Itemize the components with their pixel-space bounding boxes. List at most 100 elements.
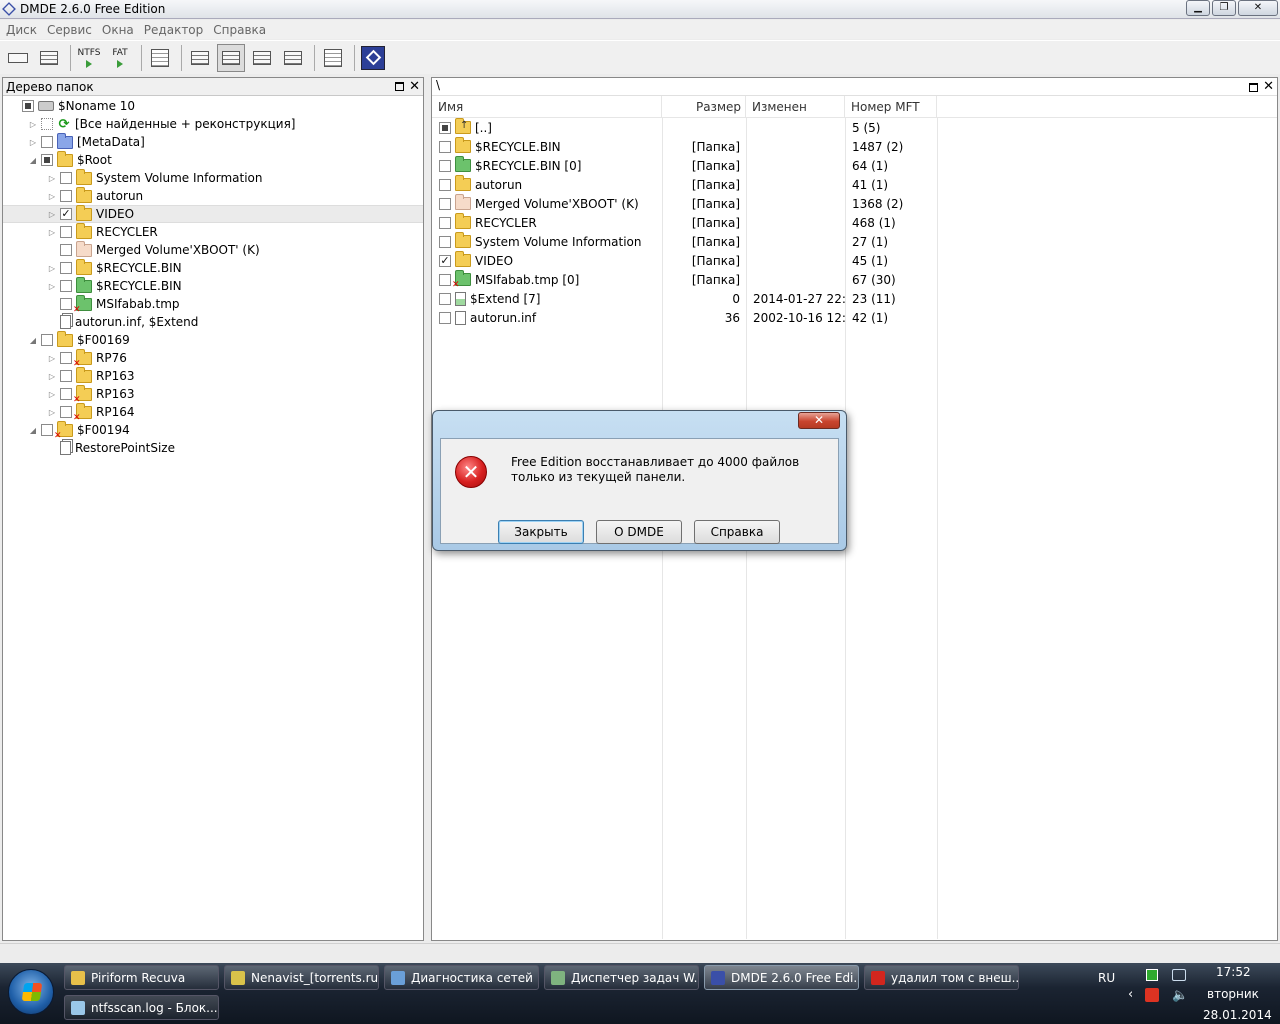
checkbox[interactable] <box>439 197 451 210</box>
task-nenavist[interactable]: Nenavist_[torrents.ru] <box>224 965 379 990</box>
tree-item[interactable]: MSIfabab.tmp <box>3 294 423 315</box>
tree-item[interactable]: autorun.inf, $Extend <box>3 313 423 331</box>
table-row[interactable]: RECYCLER [Папка] 468 (1) <box>432 213 1277 232</box>
checkbox[interactable] <box>60 298 72 310</box>
expand-toggle-icon[interactable]: ▷ <box>47 407 57 417</box>
close-panel-icon[interactable]: ✕ <box>409 80 420 93</box>
table-row[interactable]: System Volume Information [Папка] 27 (1) <box>432 232 1277 251</box>
expand-toggle-icon[interactable]: ▷ <box>47 191 57 201</box>
fat-search-button[interactable]: FAT <box>106 44 134 72</box>
partitions-button[interactable] <box>35 44 63 72</box>
help-button[interactable]: Справка <box>694 520 780 544</box>
tray-app-icon[interactable] <box>1145 988 1159 1002</box>
table-row[interactable]: autorun.inf 36 2002-10-16 12:... 42 (1) <box>432 308 1277 327</box>
checkbox[interactable] <box>60 352 72 364</box>
clock-time[interactable]: 17:52 <box>1216 965 1251 979</box>
checkbox[interactable] <box>439 311 451 324</box>
tree-item[interactable]: ▷ RP76 <box>3 348 423 369</box>
tree-item[interactable]: ▷ System Volume Information <box>3 168 423 187</box>
tray-monitor-icon[interactable] <box>1146 969 1158 981</box>
checkbox[interactable] <box>41 424 53 436</box>
maximize-panel-icon[interactable] <box>1249 82 1259 92</box>
task-network-diagnostics[interactable]: Диагностика сетей ... <box>384 965 539 990</box>
tree-item[interactable]: ▷ RP164 <box>3 402 423 423</box>
checkbox[interactable] <box>439 140 451 153</box>
table-row[interactable]: [..] 5 (5) <box>432 118 1277 137</box>
recover-button[interactable] <box>319 44 347 72</box>
checkbox[interactable] <box>60 190 72 202</box>
maximize-panel-icon[interactable] <box>395 82 405 91</box>
volume-icon[interactable]: 🔈 <box>1172 988 1188 1003</box>
clock-weekday[interactable]: вторник <box>1207 987 1259 1001</box>
expand-toggle-icon[interactable]: ▷ <box>47 227 57 237</box>
tree-item[interactable]: ▷ autorun <box>3 186 423 205</box>
table-row[interactable]: MSIfabab.tmp [0] [Папка] 67 (30) <box>432 270 1277 290</box>
expand-toggle-icon[interactable]: ▷ <box>47 353 57 363</box>
tree-item[interactable]: ◢ $F00194 <box>3 420 423 441</box>
checkbox[interactable] <box>439 235 451 248</box>
close-button[interactable]: Закрыть <box>498 520 584 544</box>
expand-toggle-icon[interactable]: ▷ <box>47 371 57 381</box>
tree-item[interactable]: ◢ $F00169 <box>3 330 423 349</box>
select-drive-button[interactable] <box>4 44 32 72</box>
table-row[interactable]: $RECYCLE.BIN [0] [Папка] 64 (1) <box>432 156 1277 175</box>
tree-item[interactable]: $Noname 10 <box>3 97 423 115</box>
tree-item[interactable]: ▷ ⟳ [Все найденные + реконструкция] <box>3 115 423 133</box>
tree-item[interactable]: Merged Volume'XBOOT' (K) <box>3 240 423 259</box>
checkbox[interactable] <box>439 273 451 286</box>
table-row[interactable]: Merged Volume'XBOOT' (K) [Папка] 1368 (2) <box>432 194 1277 213</box>
find-button[interactable] <box>279 44 307 72</box>
table-row[interactable]: VIDEO [Папка] 45 (1) <box>432 251 1277 270</box>
new-document-button[interactable] <box>146 44 174 72</box>
column-header-modified[interactable]: Изменен <box>746 95 845 118</box>
tree-item[interactable]: ▷ RP163 <box>3 366 423 385</box>
tree-item[interactable]: ▷ $RECYCLE.BIN <box>3 276 423 295</box>
checkbox[interactable] <box>60 280 72 292</box>
about-dmde-button[interactable]: О DMDE <box>596 520 682 544</box>
expand-toggle-icon[interactable]: ▷ <box>28 119 38 129</box>
checkbox[interactable] <box>439 216 451 229</box>
expand-toggle-icon[interactable]: ◢ <box>28 335 38 345</box>
checkbox[interactable] <box>41 136 53 148</box>
tree-item[interactable]: RestorePointSize <box>3 439 423 457</box>
tree-item[interactable]: ▷ RP163 <box>3 384 423 405</box>
dialog-close-button[interactable]: ✕ <box>798 412 840 429</box>
table-row[interactable]: $RECYCLE.BIN [Папка] 1487 (2) <box>432 137 1277 156</box>
expand-toggle-icon[interactable]: ▷ <box>47 389 57 399</box>
expand-toggle-icon[interactable]: ▷ <box>28 137 38 147</box>
view-list-button[interactable] <box>217 43 245 72</box>
expand-toggle-icon[interactable]: ▷ <box>47 209 57 219</box>
column-header-mft[interactable]: Номер MFT <box>845 95 937 118</box>
expand-toggle-icon[interactable]: ▷ <box>47 281 57 291</box>
expand-toggle-icon[interactable]: ◢ <box>28 155 38 165</box>
checkbox[interactable] <box>41 334 53 346</box>
menu-service[interactable]: Сервис <box>43 23 96 37</box>
network-tray-icon[interactable] <box>1172 969 1186 981</box>
expand-toggle-icon[interactable]: ▷ <box>47 173 57 183</box>
checkbox[interactable] <box>60 370 72 382</box>
table-row[interactable]: autorun [Папка] 41 (1) <box>432 175 1277 194</box>
checkbox[interactable] <box>41 118 53 130</box>
checkbox[interactable] <box>60 226 72 238</box>
checkbox[interactable] <box>22 100 34 112</box>
column-header-name[interactable]: Имя <box>432 95 662 118</box>
tree-item[interactable]: ▷ VIDEO <box>3 204 423 223</box>
task-task-manager[interactable]: Диспетчер задач W... <box>544 965 699 990</box>
tree-item[interactable]: ▷ [MetaData] <box>3 132 423 151</box>
menu-windows[interactable]: Окна <box>98 23 138 37</box>
menu-help[interactable]: Справка <box>209 23 270 37</box>
checkbox[interactable] <box>439 254 451 267</box>
view-tree-button[interactable] <box>186 44 214 72</box>
table-row[interactable]: $Extend [7] 0 2014-01-27 22:... 23 (11) <box>432 289 1277 308</box>
tree-item[interactable]: ▷ $RECYCLE.BIN <box>3 258 423 277</box>
minimize-button[interactable]: ▁ <box>1186 0 1210 16</box>
tree-item[interactable]: ◢ $Root <box>3 150 423 169</box>
menu-disk[interactable]: Диск <box>2 23 41 37</box>
language-indicator[interactable]: RU <box>1098 971 1115 985</box>
checkbox[interactable] <box>60 262 72 274</box>
start-button[interactable] <box>8 969 54 1015</box>
view-details-button[interactable] <box>248 44 276 72</box>
menu-editor[interactable]: Редактор <box>140 23 207 37</box>
task-piriform-recuva[interactable]: Piriform Recuva <box>64 965 219 990</box>
task-opera[interactable]: удалил том с внеш... <box>864 965 1019 990</box>
